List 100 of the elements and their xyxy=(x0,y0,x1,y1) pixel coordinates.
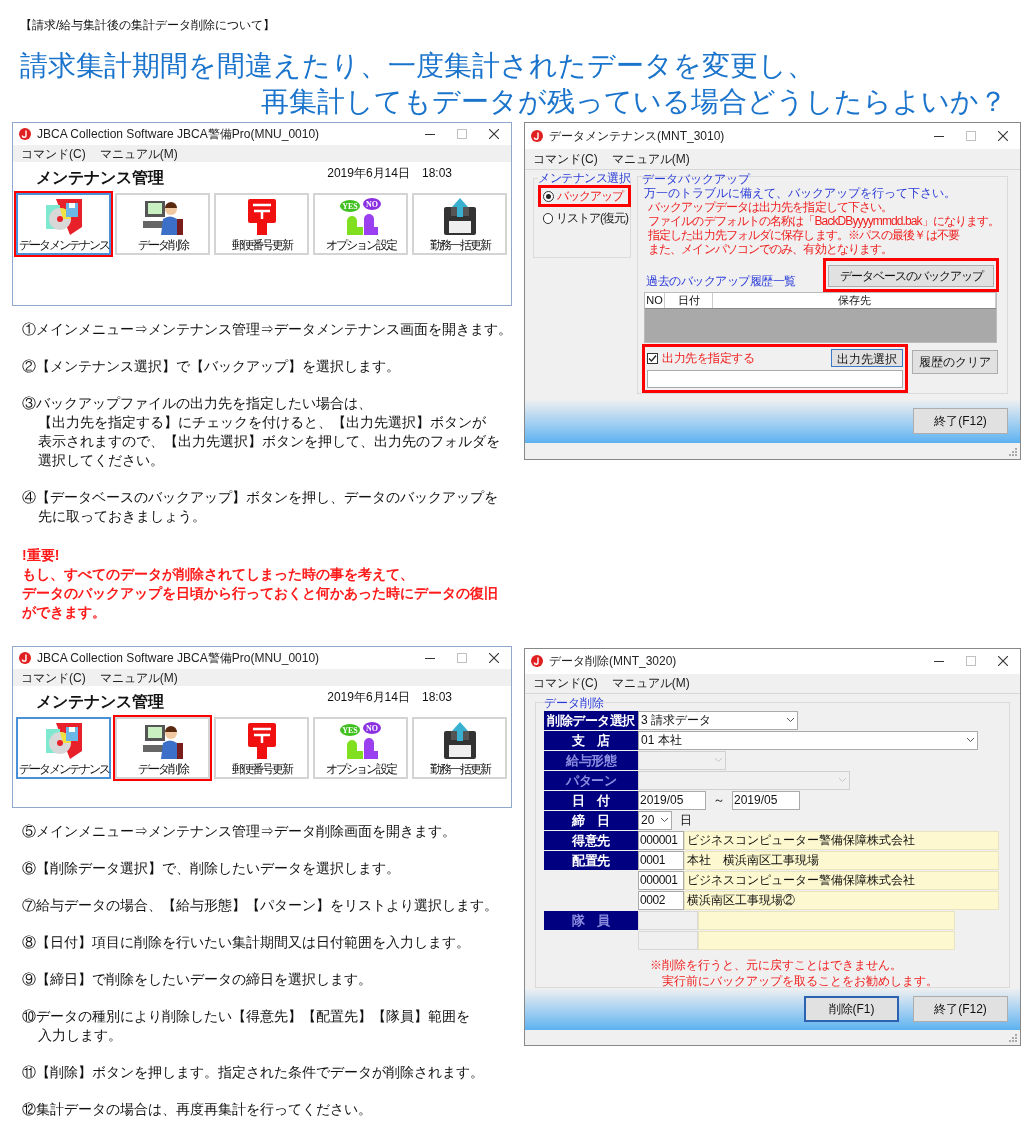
menu-item[interactable]: マニュアル(M) xyxy=(99,670,178,685)
chevron-down-icon[interactable] xyxy=(966,737,975,744)
person-silhouette xyxy=(346,216,363,235)
page-title: 再集計してもデータが残っている場合どうしたらよいか？ xyxy=(261,85,1007,119)
date-time: 2019年6月14日 18:03 xyxy=(327,165,452,182)
code-field[interactable]: 0002 xyxy=(638,890,684,910)
menu-tile[interactable]: YES NO オプション設定 xyxy=(313,717,408,779)
chevron-down-icon[interactable] xyxy=(786,717,795,724)
menu-item[interactable]: マニュアル(M) xyxy=(99,146,178,161)
menu-item[interactable]: コマンド(C) xyxy=(21,146,86,161)
name-field[interactable]: ビジネスコンピューター警備保障株式会社 xyxy=(684,870,999,890)
app-logo-icon xyxy=(531,655,543,668)
menu-tile[interactable]: 郵便番号更新 xyxy=(214,193,309,255)
menu-item[interactable]: コマンド(C) xyxy=(533,152,598,166)
column-header[interactable]: 保存先 xyxy=(713,293,997,308)
menu-tile[interactable]: YES NO オプション設定 xyxy=(313,193,408,255)
menu-tile[interactable]: データ削除 xyxy=(115,717,210,779)
clear-history-button[interactable]: 履歴のクリア xyxy=(912,350,998,374)
dropdown-field[interactable]: 3 請求データ xyxy=(638,710,798,730)
app-logo-icon xyxy=(19,652,31,664)
instruction-text: ⑤メインメニュー⇒メンテナンス管理⇒データ削除画面を開きます。 xyxy=(22,822,457,841)
speech-bubble: YES xyxy=(339,200,360,212)
field-label: 配置先 xyxy=(544,850,638,870)
footer-button[interactable]: 終了(F12) xyxy=(913,408,1008,434)
close-icon[interactable] xyxy=(489,129,499,139)
speech-bubble: NO xyxy=(362,198,381,210)
chevron-down-icon xyxy=(714,757,723,764)
radio-button[interactable] xyxy=(543,212,553,224)
menu-tile[interactable]: 勤務一括更新 xyxy=(412,717,507,779)
code-field[interactable]: 000001 xyxy=(638,830,684,850)
app-logo-icon xyxy=(531,130,543,142)
dropdown-field[interactable]: 20 xyxy=(638,810,672,830)
resize-grip-icon[interactable] xyxy=(1009,1034,1017,1042)
code-field[interactable]: 0001 xyxy=(638,850,684,870)
name-field[interactable]: 横浜南区工事現場② xyxy=(684,890,999,910)
field-label: 得意先 xyxy=(544,830,638,850)
warning-text: もし、すべてのデータが削除されてしまった時の事を考えて、 データのバックアップを日頃から行っておくと何かあった時にデータの復旧 ができます。 xyxy=(22,565,499,622)
chevron-down-icon xyxy=(838,777,847,784)
range-separator: ～ xyxy=(712,792,726,810)
section-heading: メンテナンス管理 xyxy=(35,692,164,712)
warning-title: !重要! xyxy=(22,546,61,565)
group-legend: データ削除 xyxy=(544,696,604,709)
instruction-text: ⑨【締日】で削除をしたいデータの締日を選択します。 xyxy=(22,970,373,989)
folder-select-button[interactable]: 出力先選択 xyxy=(831,349,903,367)
close-icon[interactable] xyxy=(489,653,499,663)
unit-label: 日 xyxy=(680,812,692,830)
list-caption: 過去のバックアップ履歴一覧 xyxy=(645,273,796,290)
group-legend: メンテナンス選択 xyxy=(538,172,630,185)
menu-tile[interactable]: データメンテナンス xyxy=(16,717,111,779)
checkbox-label: 出力先を指定する xyxy=(662,350,755,367)
radio-label: バックアップ xyxy=(557,188,623,205)
date-field[interactable]: 2019/05 xyxy=(638,790,706,810)
person-silhouette xyxy=(363,214,378,235)
person-silhouette xyxy=(346,740,363,759)
radio-label: リストア(復元) xyxy=(556,210,628,227)
field-label: 隊 員 xyxy=(544,910,638,930)
field-label: 日 付 xyxy=(544,790,638,810)
field-label: パターン xyxy=(544,770,638,790)
field-label: 給与形態 xyxy=(544,750,638,770)
code-field[interactable]: 000001 xyxy=(638,870,684,890)
instruction-text: ⑫集計データの場合は、再度再集計を行ってください。 xyxy=(22,1100,373,1119)
window-title: データ削除(MNT_3020) xyxy=(549,653,677,671)
page-note: 【請求/給与集計後の集計データ削除について】 xyxy=(20,18,276,32)
menu-item[interactable]: コマンド(C) xyxy=(21,670,86,685)
radio-button[interactable] xyxy=(543,190,554,202)
chevron-down-icon[interactable] xyxy=(660,817,669,824)
menu-item[interactable]: マニュアル(M) xyxy=(611,152,690,166)
column-header[interactable]: NO xyxy=(645,293,665,308)
menu-item[interactable]: コマンド(C) xyxy=(533,676,598,691)
checkbox[interactable] xyxy=(647,352,658,364)
menu-tile[interactable]: 勤務一括更新 xyxy=(412,193,507,255)
section-heading: メンテナンス管理 xyxy=(35,168,164,188)
instruction-text: ⑪【削除】ボタンを押します。指定された条件でデータが削除されます。 xyxy=(22,1063,485,1082)
instruction-text: ⑩データの種別により削除したい【得意先】【配置先】【隊員】範囲を 入力します。 xyxy=(22,1007,471,1045)
close-icon[interactable] xyxy=(998,656,1008,667)
dropdown-field[interactable]: 01 本社 xyxy=(638,730,978,750)
close-icon[interactable] xyxy=(998,131,1008,141)
resize-grip-icon[interactable] xyxy=(1009,448,1017,456)
date-field[interactable]: 2019/05 xyxy=(732,790,800,810)
window-title: データメンテナンス(MNT_3010) xyxy=(549,128,725,145)
field-label: 削除データ選択 xyxy=(544,710,638,730)
column-header[interactable]: 日付 xyxy=(665,293,713,308)
path-field[interactable] xyxy=(647,370,903,388)
speech-bubble: YES xyxy=(339,724,360,736)
instruction-text: ③バックアップファイルの出力先を指定したい場合は、 【出力先を指定する】にチェックを付けると、【出力先選択】ボタンが 表示されますので、【出力先選択】ボタンを押して、出力先のフォルダを 選択してください。 xyxy=(22,394,501,470)
backup-button[interactable]: データベースのバックアップ xyxy=(828,265,995,287)
instruction-text: ①メインメニュー⇒メンテナンス管理⇒データメンテナンス画面を開きます。 xyxy=(22,320,512,339)
name-field[interactable]: ビジネスコンピューター警備保障株式会社 xyxy=(684,830,999,850)
instruction-text: ⑦給与データの場合、【給与形態】【パターン】をリストより選択します。 xyxy=(22,896,499,915)
menu-tile[interactable]: データ削除 xyxy=(115,193,210,255)
menu-item[interactable]: マニュアル(M) xyxy=(611,676,690,691)
instruction-text: ②【メンテナンス選択】で【バックアップ】を選択します。 xyxy=(22,357,401,376)
instruction-text: ⑥【削除データ選択】で、削除したいデータを選択します。 xyxy=(22,859,401,878)
menu-tile[interactable]: データメンテナンス xyxy=(16,193,111,255)
intro-text: 万一のトラブルに備えて、バックアップを行って下さい。 xyxy=(643,186,957,200)
menu-tile[interactable]: 郵便番号更新 xyxy=(214,717,309,779)
footer-button[interactable]: 削除(F1) xyxy=(804,995,899,1022)
footer-button[interactable]: 終了(F12) xyxy=(913,995,1008,1022)
name-field[interactable]: 本社 横浜南区工事現場 xyxy=(684,850,999,870)
field-label: 支 店 xyxy=(544,730,638,750)
